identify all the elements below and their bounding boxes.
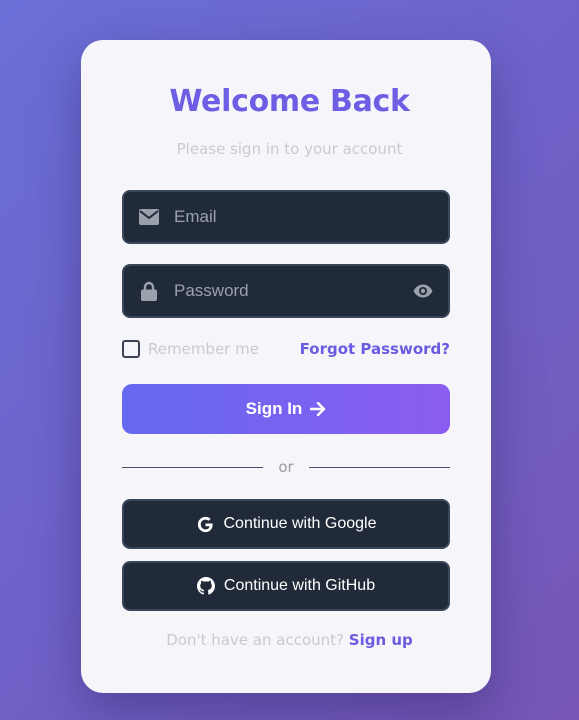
divider-line-right — [309, 466, 450, 468]
google-signin-button[interactable]: Continue with Google — [122, 499, 450, 549]
envelope-icon — [138, 206, 160, 228]
google-icon — [196, 515, 215, 534]
page-subtitle: Please sign in to your account — [176, 140, 403, 158]
remember-me: Remember me — [122, 340, 259, 358]
or-divider: or — [122, 457, 450, 477]
divider-line-left — [122, 466, 263, 468]
remember-checkbox[interactable] — [122, 340, 140, 358]
github-icon — [196, 577, 215, 595]
google-button-label: Continue with Google — [223, 515, 377, 532]
github-button-label: Continue with GitHub — [223, 577, 376, 594]
signup-prompt-text: Don't have an account? — [166, 631, 344, 649]
signup-prompt: Don't have an account? Sign up — [0, 631, 579, 649]
lock-icon — [138, 280, 160, 302]
email-field-wrapper — [122, 190, 450, 244]
page-title: Welcome Back — [169, 84, 410, 119]
sign-in-label: Sign In — [245, 399, 303, 418]
divider-label: or — [278, 458, 294, 476]
password-input[interactable] — [174, 266, 404, 316]
forgot-password-link[interactable]: Forgot Password? — [300, 340, 450, 358]
sign-up-link[interactable]: Sign up — [349, 631, 413, 649]
remember-label: Remember me — [148, 340, 259, 358]
github-signin-button[interactable]: Continue with GitHub — [122, 561, 450, 611]
eye-icon[interactable] — [412, 280, 434, 302]
email-input[interactable] — [174, 192, 404, 242]
sign-in-button[interactable]: Sign In — [122, 384, 450, 434]
arrow-right-icon — [310, 402, 326, 416]
password-field-wrapper — [122, 264, 450, 318]
remember-row: Remember me Forgot Password? — [122, 339, 450, 359]
